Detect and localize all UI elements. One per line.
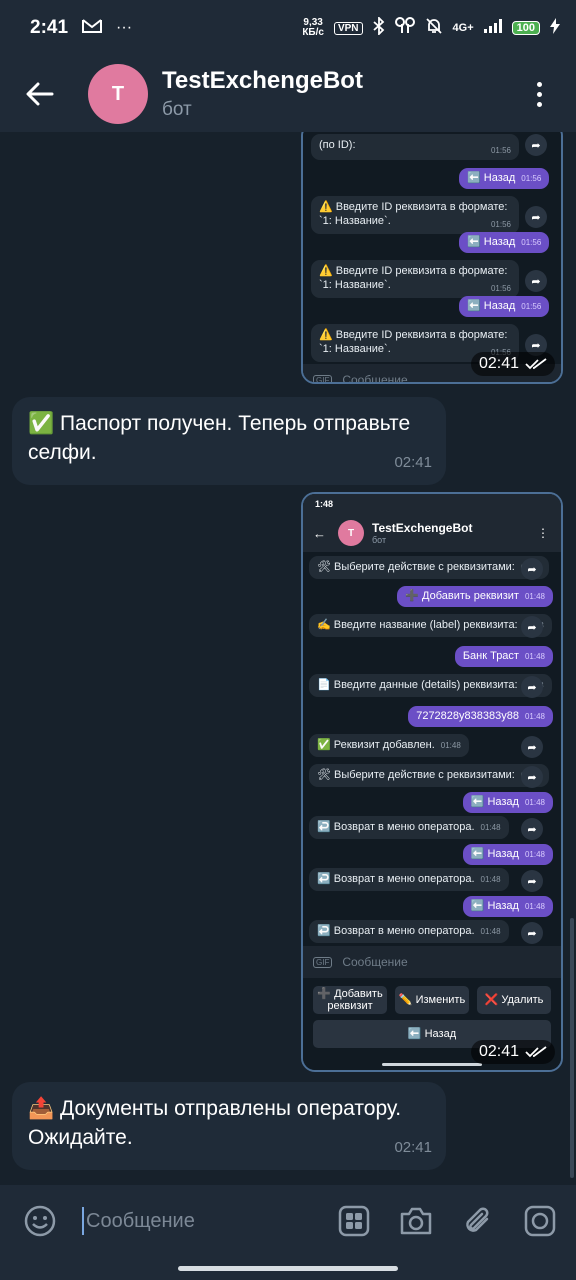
mini-message: ⬅️ Назад 01:56 — [459, 168, 550, 189]
camera-icon — [400, 1207, 432, 1235]
message-time: 02:41 — [470, 352, 555, 376]
screenshot-2-content: 1:48 ← T TestExchengeBot бот ⋮ 🛠 Выберит… — [303, 494, 561, 1070]
status-bar: 2:41 ··· 9,33 КБ/с VPN 4G+ 100 — [0, 0, 576, 56]
gif-icon: GIF — [313, 956, 333, 968]
mini-incoming-message: ✍️ Введите название (label) реквизита:01… — [309, 614, 552, 637]
paperclip-icon — [466, 1207, 489, 1232]
incoming-message[interactable]: ✅ Паспорт получен. Теперь отправьте селф… — [12, 397, 446, 485]
camera-button[interactable] — [396, 1201, 436, 1241]
message-time: 02:41 — [394, 454, 432, 471]
chat-title: TestExchengeBot — [162, 67, 363, 94]
mute-bell-icon — [425, 17, 443, 40]
share-icon: ➦ — [521, 818, 543, 840]
double-check-icon — [525, 358, 547, 370]
attach-button[interactable] — [458, 1201, 498, 1241]
mini-incoming-message: ↩️ Возврат в меню оператора. 01:48 — [309, 816, 509, 839]
share-icon: ➦ — [525, 206, 547, 228]
share-icon: ➦ — [521, 558, 543, 580]
screenshot-1-content: (по ID): 01:56 ➦ ⬅️ Назад 01:56 ⚠️ Введит… — [303, 132, 561, 382]
mini-status-bar: 1:48 — [303, 494, 561, 514]
mini-outgoing-message: 7272828y838383y88 01:48 — [408, 706, 553, 727]
screenshot-message-1[interactable]: (по ID): 01:56 ➦ ⬅️ Назад 01:56 ⚠️ Введит… — [301, 132, 563, 384]
incoming-message[interactable]: 📤 Документы отправлены оператору. Ожидай… — [12, 1082, 446, 1170]
more-notifications-icon: ··· — [116, 19, 133, 36]
share-icon: ➦ — [521, 766, 543, 788]
emoji-button[interactable] — [20, 1201, 60, 1241]
gmail-icon — [82, 18, 103, 39]
chat-header: T TestExchengeBot бот — [0, 56, 576, 132]
chat-subtitle: бот — [162, 99, 192, 120]
mini-incoming-message: ↩️ Возврат в меню оператора. 01:48 — [309, 920, 509, 943]
mini-message: ⚠️ Введите ID реквизита в формате: `1: Н… — [311, 196, 519, 234]
share-icon: ➦ — [521, 870, 543, 892]
mini-incoming-message: ✅ Реквизит добавлен. 01:48 — [309, 734, 469, 757]
share-icon: ➦ — [525, 270, 547, 292]
mini-input-bar: GIF Сообщение — [303, 946, 561, 978]
mini-outgoing-message: ⬅️ Назад 01:48 — [462, 844, 553, 865]
signal-icon — [483, 18, 502, 38]
battery-indicator: 100 — [511, 21, 540, 35]
network-type: 4G+ — [452, 22, 474, 34]
share-icon: ➦ — [521, 922, 543, 944]
mini-outgoing-message: ⬅️ Назад 01:48 — [462, 792, 553, 813]
mini-keyboard-add: ➕ Добавить реквизит — [313, 986, 387, 1014]
video-message-icon — [524, 1205, 556, 1237]
bluetooth-icon — [372, 15, 385, 40]
system-nav-bar — [0, 1257, 576, 1280]
mini-message: ⬅️ Назад 01:56 — [459, 296, 550, 317]
message-text: 📤 Документы отправлены оператору. Ожидай… — [28, 1097, 402, 1149]
message-text: ✅ Паспорт получен. Теперь отправьте селф… — [28, 412, 411, 464]
grid-icon — [338, 1205, 370, 1237]
mini-message: (по ID): 01:56 — [311, 134, 519, 160]
mini-outgoing-message: ⬅️ Назад 01:48 — [462, 896, 553, 917]
gif-icon: GIF — [313, 374, 333, 382]
mini-header: ← T TestExchengeBot бот ⋮ — [303, 514, 561, 552]
double-check-icon — [525, 1046, 547, 1058]
chat-area[interactable]: (по ID): 01:56 ➦ ⬅️ Назад 01:56 ⚠️ Введит… — [0, 132, 576, 1185]
mini-outgoing-message: Банк Траст 01:48 — [454, 646, 553, 667]
scrollbar[interactable] — [570, 918, 574, 1178]
message-input-bar: Сообщение — [0, 1185, 576, 1257]
bot-menu-button[interactable] — [334, 1201, 374, 1241]
share-icon: ➦ — [521, 736, 543, 758]
mini-outgoing-message: ➕ Добавить реквизит 01:48 — [397, 586, 553, 607]
message-input[interactable]: Сообщение — [82, 1207, 195, 1235]
mini-incoming-message: 🛠 Выберите действие с реквизитами:01:48 — [309, 764, 549, 787]
avatar[interactable]: T — [88, 64, 148, 124]
message-time: 02:41 — [470, 1040, 555, 1064]
home-indicator[interactable] — [178, 1266, 398, 1271]
mini-incoming-message: 📄 Введите данные (details) реквизита:01:… — [309, 674, 552, 697]
screenshot-message-2[interactable]: 1:48 ← T TestExchengeBot бот ⋮ 🛠 Выберит… — [301, 492, 563, 1072]
more-menu-button[interactable] — [524, 74, 554, 114]
share-icon: ➦ — [521, 616, 543, 638]
network-speed: 9,33 КБ/с — [302, 17, 324, 38]
mini-keyboard-edit: ✏️ Изменить — [395, 986, 469, 1014]
vpn-badge: VPN — [333, 21, 363, 35]
mini-message: ⬅️ Назад 01:56 — [459, 232, 550, 253]
mini-incoming-message: 🛠 Выберите действие с реквизитами:01:48 — [309, 556, 549, 579]
mini-incoming-message: ↩️ Возврат в меню оператора. 01:48 — [309, 868, 509, 891]
back-button[interactable] — [0, 56, 80, 132]
video-message-button[interactable] — [520, 1201, 560, 1241]
status-time: 2:41 — [30, 17, 69, 38]
mini-message: ⚠️ Введите ID реквизита в формате: `1: Н… — [311, 260, 519, 298]
share-icon: ➦ — [525, 134, 547, 156]
earbuds-icon — [394, 16, 415, 40]
charging-icon — [550, 17, 560, 39]
mini-keyboard-delete: ❌ Удалить — [477, 986, 551, 1014]
chat-title-block[interactable]: TestExchengeBot бот — [162, 67, 363, 121]
message-time: 02:41 — [394, 1139, 432, 1156]
emoji-icon — [24, 1205, 56, 1237]
share-icon: ➦ — [521, 676, 543, 698]
arrow-left-icon — [26, 82, 54, 106]
